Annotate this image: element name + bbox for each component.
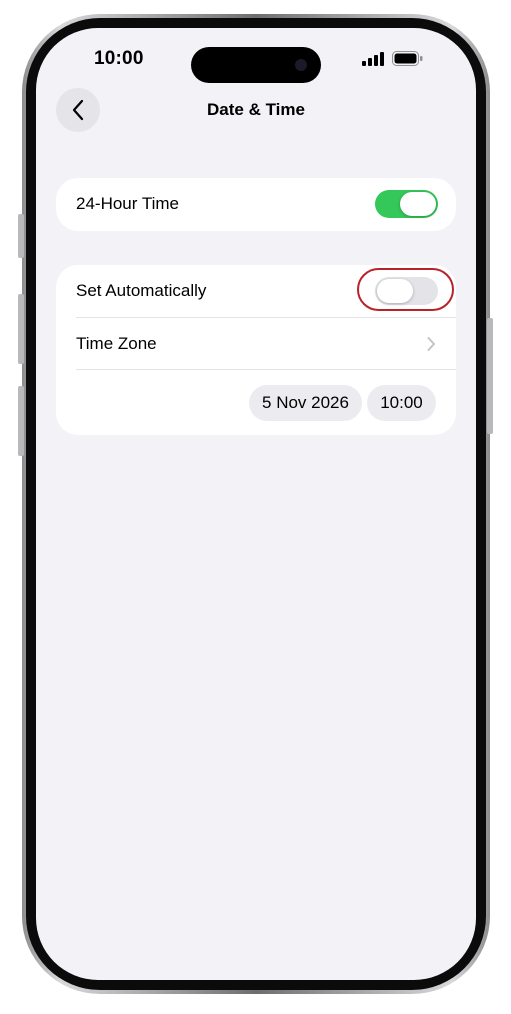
action-button (18, 214, 24, 258)
row-24-hour-time[interactable]: 24-Hour Time (56, 178, 456, 230)
divider (76, 369, 456, 370)
volume-down-button (18, 386, 24, 456)
toggle-set-automatically[interactable] (375, 277, 438, 305)
chevron-right-icon (427, 337, 435, 351)
camera-icon (295, 59, 307, 71)
row-time-zone[interactable]: Time Zone (56, 318, 456, 370)
settings-group-date-time: Set Automatically Time Zone 5 Nov 2026 1… (56, 265, 456, 435)
toggle-knob (377, 279, 413, 303)
status-time: 10:00 (94, 48, 144, 69)
row-label-time-zone: Time Zone (76, 334, 157, 353)
row-set-automatically[interactable]: Set Automatically (56, 265, 456, 317)
row-label-24-hour-time: 24-Hour Time (76, 194, 179, 213)
toggle-knob (400, 192, 436, 216)
dynamic-island (191, 47, 321, 83)
cellular-signal-icon (362, 52, 384, 66)
toggle-24-hour-time[interactable] (375, 190, 438, 218)
date-picker-button[interactable]: 5 Nov 2026 (249, 385, 362, 421)
row-label-set-automatically: Set Automatically (76, 281, 207, 300)
time-picker-button[interactable]: 10:00 (367, 385, 436, 421)
screen: 10:00 Date & Time 24-Hour Time Set Autom… (36, 28, 476, 980)
power-button (487, 318, 493, 434)
page-title: Date & Time (207, 100, 305, 119)
volume-up-button (18, 294, 24, 364)
settings-group-hour-format: 24-Hour Time (56, 178, 456, 231)
battery-icon (392, 51, 423, 66)
